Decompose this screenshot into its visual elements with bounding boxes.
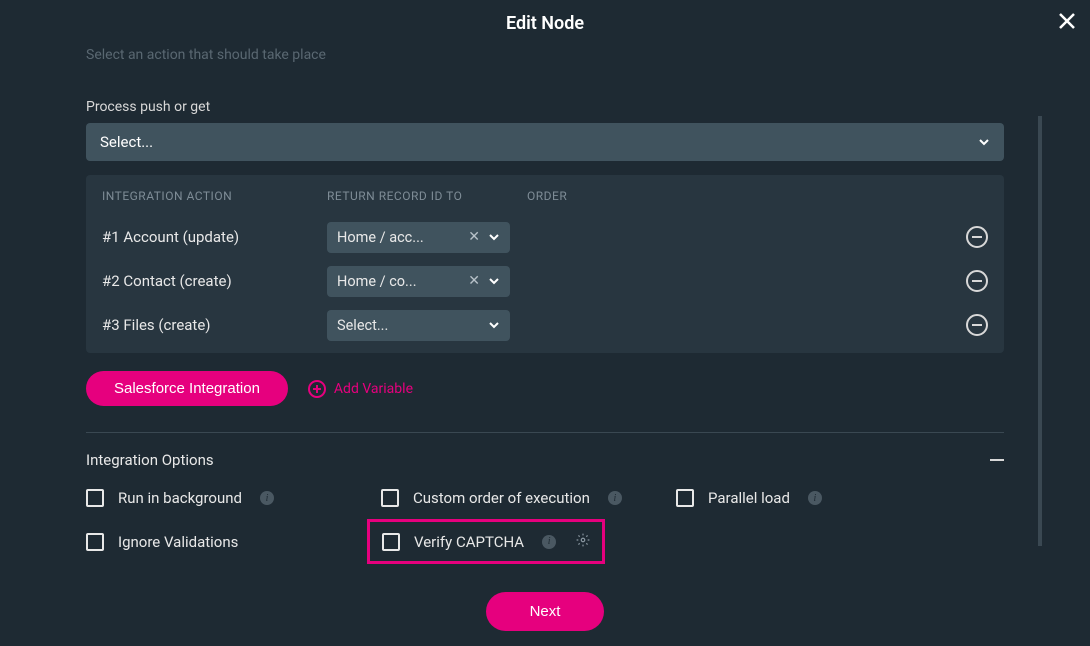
return-select[interactable]: Home / co... ✕ <box>327 266 510 297</box>
info-icon[interactable]: i <box>260 491 274 505</box>
remove-row-button[interactable] <box>966 226 988 248</box>
option-custom-order: Custom order of execution i <box>381 489 676 507</box>
collapse-button[interactable] <box>990 459 1004 461</box>
gear-icon[interactable] <box>576 532 590 551</box>
option-label: Run in background <box>118 489 242 507</box>
info-icon[interactable]: i <box>608 491 622 505</box>
chevron-down-icon <box>978 136 990 148</box>
th-return: RETURN RECORD ID TO <box>327 189 527 203</box>
return-select-value: Home / acc... <box>337 229 460 246</box>
modal-title: Edit Node <box>0 0 1090 47</box>
checkbox-verify-captcha[interactable] <box>382 533 400 551</box>
option-label: Parallel load <box>708 489 790 507</box>
divider <box>86 432 1004 433</box>
process-select-value: Select... <box>100 133 153 151</box>
row-action-label: #2 Contact (create) <box>102 272 327 290</box>
clear-icon[interactable]: ✕ <box>468 273 480 289</box>
remove-row-button[interactable] <box>966 270 988 292</box>
add-variable-button[interactable]: Add Variable <box>308 380 413 398</box>
checkbox-custom-order[interactable] <box>381 489 399 507</box>
scrollbar[interactable] <box>1038 116 1042 546</box>
salesforce-integration-button[interactable]: Salesforce Integration <box>86 371 288 406</box>
integration-options-title: Integration Options <box>86 451 214 469</box>
highlighted-option: Verify CAPTCHA i <box>367 519 605 564</box>
close-icon <box>1058 12 1076 30</box>
remove-row-button[interactable] <box>966 314 988 336</box>
chevron-down-icon <box>488 319 500 331</box>
clear-icon[interactable]: ✕ <box>468 229 480 245</box>
info-icon[interactable]: i <box>542 535 556 549</box>
table-row: #1 Account (update) Home / acc... ✕ <box>102 215 988 259</box>
row-action-label: #3 Files (create) <box>102 316 327 334</box>
integration-table: INTEGRATION ACTION RETURN RECORD ID TO O… <box>86 175 1004 353</box>
modal-subtitle: Select an action that should take place <box>86 47 1004 63</box>
th-action: INTEGRATION ACTION <box>102 189 327 203</box>
checkbox-run-background[interactable] <box>86 489 104 507</box>
option-run-background: Run in background i <box>86 489 381 507</box>
checkbox-parallel-load[interactable] <box>676 489 694 507</box>
info-icon[interactable]: i <box>808 491 822 505</box>
close-button[interactable] <box>1058 10 1076 34</box>
checkbox-ignore-validations[interactable] <box>86 533 104 551</box>
row-action-label: #1 Account (update) <box>102 228 327 246</box>
chevron-down-icon <box>488 231 500 243</box>
return-select-value: Select... <box>337 317 488 334</box>
return-select-value: Home / co... <box>337 273 460 290</box>
option-label: Custom order of execution <box>413 489 590 507</box>
process-label: Process push or get <box>86 99 1004 115</box>
return-select[interactable]: Home / acc... ✕ <box>327 222 510 253</box>
plus-circle-icon <box>308 380 326 398</box>
chevron-down-icon <box>488 275 500 287</box>
process-select[interactable]: Select... <box>86 123 1004 161</box>
add-variable-label: Add Variable <box>334 381 413 397</box>
option-label: Ignore Validations <box>118 533 238 551</box>
return-select[interactable]: Select... <box>327 310 510 341</box>
option-verify-captcha: Verify CAPTCHA i <box>382 532 590 551</box>
next-button[interactable]: Next <box>486 592 605 631</box>
table-row: #2 Contact (create) Home / co... ✕ <box>102 259 988 303</box>
table-row: #3 Files (create) Select... <box>102 303 988 347</box>
option-ignore-validations: Ignore Validations <box>86 531 381 552</box>
option-parallel-load: Parallel load i <box>676 489 1004 507</box>
th-order: ORDER <box>527 189 948 203</box>
option-label: Verify CAPTCHA <box>414 533 524 551</box>
